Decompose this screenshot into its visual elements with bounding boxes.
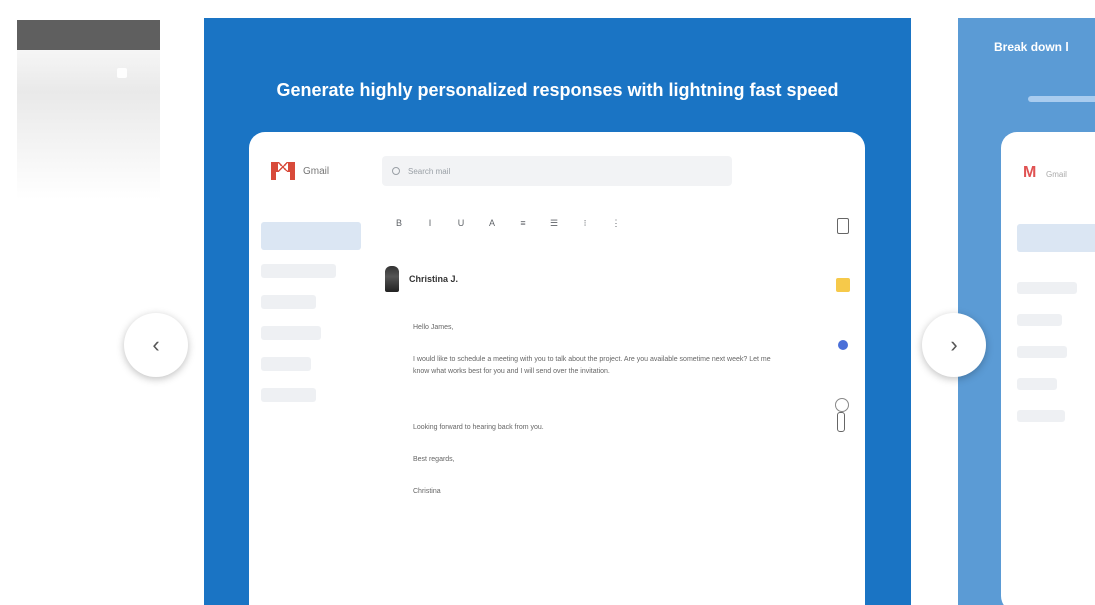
email-greeting: Hello James,	[413, 324, 454, 331]
sender-name: Christina J.	[409, 274, 459, 284]
search-placeholder: Search mail	[408, 166, 451, 176]
gmail-label: Gmail	[303, 165, 330, 177]
tasks-icon[interactable]	[838, 340, 848, 350]
email-paragraph: I would like to schedule a meeting with …	[413, 356, 771, 375]
toolbar-icon[interactable]: ≡	[518, 218, 528, 229]
sidebar-item[interactable]	[261, 295, 316, 309]
carousel-prev-button[interactable]: ‹	[124, 313, 188, 377]
gmail-mockup: Gmail Search mail B I U A ≡ ☰ ⁝ ⋮ Christ	[249, 132, 865, 605]
sidebar-item[interactable]	[261, 326, 321, 340]
previous-slide-preview	[17, 20, 160, 200]
avatar	[385, 266, 399, 292]
toolbar-icon[interactable]: I	[425, 218, 435, 229]
sidebar-item	[1017, 378, 1057, 390]
chevron-right-icon: ›	[950, 332, 958, 357]
carousel-slide: Generate highly personalized responses w…	[204, 18, 911, 605]
preview-topbar	[17, 20, 160, 50]
document-icon[interactable]	[837, 218, 849, 234]
gmail-mockup-preview: M Gmail	[1001, 132, 1095, 605]
email-sender: Christina J.	[385, 266, 458, 292]
next-slide-subtitle	[1028, 96, 1095, 102]
next-slide-title: Break down l	[994, 40, 1069, 54]
toolbar-icon[interactable]: ⁝	[580, 218, 590, 229]
chevron-left-icon: ‹	[152, 332, 160, 357]
bulb-icon[interactable]	[835, 398, 849, 412]
sidebar-item[interactable]	[261, 264, 336, 278]
toolbar-icon[interactable]: U	[456, 218, 466, 229]
sidebar-item	[1017, 346, 1067, 358]
search-icon	[392, 167, 400, 175]
sidebar-item[interactable]	[261, 357, 311, 371]
note-icon[interactable]	[836, 278, 850, 292]
carousel-next-button[interactable]: ›	[922, 313, 986, 377]
sidebar-item	[1017, 410, 1065, 422]
sidebar-item-compose[interactable]	[261, 222, 361, 250]
gmail-label: Gmail	[1046, 170, 1067, 179]
next-slide-preview: Break down l M Gmail	[958, 18, 1095, 605]
toolbar-icon[interactable]: ☰	[549, 218, 559, 229]
slide-title: Generate highly personalized responses w…	[276, 80, 839, 100]
toolbar-icon[interactable]: ⋮	[611, 218, 621, 229]
email-signoff: Best regards,	[413, 456, 455, 463]
cursor-icon	[837, 412, 845, 432]
email-signature: Christina	[413, 488, 441, 495]
toolbar-icon[interactable]: A	[487, 218, 497, 229]
sidebar-item	[1017, 314, 1062, 326]
sidebar-item[interactable]	[261, 388, 316, 402]
sidebar-item	[1017, 282, 1077, 294]
search-input[interactable]: Search mail	[382, 156, 732, 186]
format-toolbar: B I U A ≡ ☰ ⁝ ⋮	[394, 218, 621, 229]
toolbar-icon[interactable]: B	[394, 218, 404, 229]
cursor-icon	[117, 68, 127, 78]
gmail-m-icon: M	[1023, 164, 1037, 181]
mail-sidebar	[261, 222, 361, 419]
gmail-logo: Gmail	[271, 162, 329, 180]
sidebar-item-compose	[1017, 224, 1095, 252]
email-closing: Looking forward to hearing back from you…	[413, 424, 544, 431]
gmail-m-icon	[271, 162, 295, 180]
